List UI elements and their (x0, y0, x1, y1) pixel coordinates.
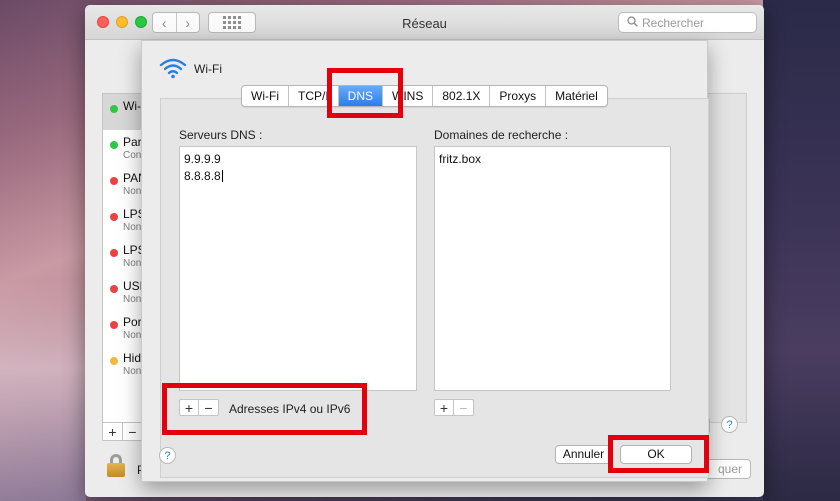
tab-wi-fi[interactable]: Wi-Fi (242, 86, 289, 106)
tab-802-1x[interactable]: 802.1X (433, 86, 491, 106)
service-status-dot (110, 357, 118, 365)
tab-bar: Wi-Fi TCP/I DNS WINS 802.1X Proxys Matériel (241, 85, 608, 107)
service-status: Con (123, 150, 142, 161)
service-name: Hid (123, 351, 142, 365)
dns-servers-list[interactable]: 9.9.9.9 8.8.8.8 (179, 146, 417, 391)
dns-server-row[interactable]: 8.8.8.8 (184, 168, 412, 185)
service-status-dot (110, 141, 118, 149)
service-details-frame (707, 93, 747, 423)
search-domains-label: Domaines de recherche : (434, 128, 569, 142)
help-icon[interactable]: ? (721, 416, 738, 433)
desktop-background-left (0, 280, 86, 501)
service-status-dot (110, 285, 118, 293)
service-status: Non (123, 294, 142, 305)
remove-domain-button[interactable]: − (454, 400, 473, 416)
service-status: Non (123, 258, 142, 269)
highlight-add-dns (162, 383, 367, 435)
highlight-ok-button (608, 435, 709, 473)
cancel-button[interactable]: Annuler (555, 445, 612, 464)
search-icon (627, 15, 638, 30)
wifi-icon (159, 58, 187, 79)
interface-title: Wi-Fi (194, 62, 222, 76)
add-domain-button[interactable]: + (435, 400, 454, 416)
service-status: Non (123, 330, 142, 341)
dns-server-row[interactable]: 9.9.9.9 (184, 151, 412, 168)
tab-mat-riel[interactable]: Matériel (546, 86, 607, 106)
search-field[interactable]: Rechercher (618, 12, 757, 33)
lock-icon[interactable] (104, 452, 128, 478)
service-status: Non (123, 186, 142, 197)
search-placeholder: Rechercher (642, 15, 705, 30)
highlight-dns-tab (327, 68, 403, 118)
text-cursor (221, 170, 223, 182)
service-status-dot (110, 177, 118, 185)
search-domains-list[interactable]: fritz.box (434, 146, 671, 391)
service-status-dot (110, 321, 118, 329)
service-status-dot (110, 249, 118, 257)
service-status-dot (110, 105, 118, 113)
dns-servers-label: Serveurs DNS : (179, 128, 263, 142)
search-domain-row[interactable]: fritz.box (439, 151, 666, 168)
tab-proxys[interactable]: Proxys (490, 86, 547, 106)
title-bar: ‹ › Réseau Rechercher (85, 5, 764, 40)
service-status: Non (123, 366, 142, 377)
sheet-help-icon[interactable]: ? (159, 447, 176, 464)
service-name: Por (123, 315, 142, 329)
service-status: Non (123, 222, 142, 233)
dns-server-value: 9.9.9.9 (184, 152, 221, 166)
desktop-background-right (763, 0, 840, 501)
dns-server-value: 8.8.8.8 (184, 169, 221, 183)
service-name: Wi- (123, 99, 141, 113)
add-service-button[interactable]: + (103, 423, 123, 440)
domain-add-remove: + − (434, 399, 474, 416)
remove-service-button[interactable]: − (123, 423, 143, 440)
service-status-dot (110, 213, 118, 221)
